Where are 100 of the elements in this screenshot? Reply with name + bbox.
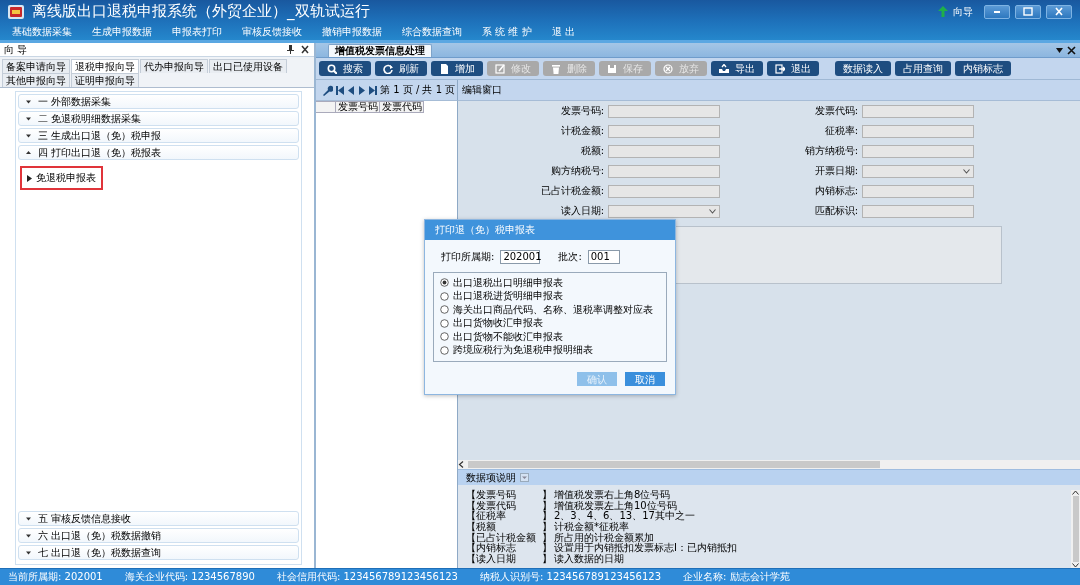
nav-section[interactable]: 六 出口退（免）税数据撤销 xyxy=(18,528,299,543)
status-item: 海关企业代码: 1234567890 xyxy=(124,570,255,584)
help-description: 读入数据的日期 xyxy=(554,554,624,565)
toolbar-button[interactable]: 内销标志 xyxy=(955,61,1011,76)
close-icon[interactable] xyxy=(300,45,310,54)
radio-option[interactable]: 出口货物不能收汇申报表 xyxy=(440,330,660,344)
document-icon xyxy=(439,63,449,74)
field-label: 打印所属期: xyxy=(441,250,495,264)
input-field[interactable] xyxy=(862,124,974,138)
toolbar-button[interactable]: 退出 xyxy=(767,61,819,76)
input-field[interactable] xyxy=(862,204,974,218)
toolbar-button[interactable]: 搜索 xyxy=(319,61,371,76)
menu-item[interactable]: 系 统 维 护 xyxy=(482,24,532,39)
menu-item[interactable]: 综合数据查询 xyxy=(402,24,462,39)
close-button[interactable] xyxy=(1046,4,1072,19)
nav-tab[interactable]: 出口已使用设备 xyxy=(209,59,287,73)
nav-item[interactable]: 免退税申报表 xyxy=(20,166,103,190)
period-field[interactable]: 202001 xyxy=(500,250,541,264)
radio-icon[interactable] xyxy=(440,318,449,328)
input-field[interactable] xyxy=(608,184,720,198)
input-field[interactable] xyxy=(862,184,974,198)
radio-option[interactable]: 出口退税出口明细申报表 xyxy=(440,276,660,290)
input-field[interactable] xyxy=(608,124,720,138)
close-icon[interactable] xyxy=(1067,45,1076,55)
nav-section[interactable]: 三 生成出口退（免）税申报 xyxy=(18,128,299,143)
status-item: 企业名称: 励志会计学苑 xyxy=(683,570,790,584)
caret-icon[interactable] xyxy=(25,98,32,105)
radio-option[interactable]: 出口退税进货明细申报表 xyxy=(440,289,660,303)
batch-field[interactable]: 001 xyxy=(587,250,620,264)
caret-icon[interactable] xyxy=(25,149,32,156)
minimize-button[interactable] xyxy=(984,4,1010,19)
document-tab[interactable]: 增值税发票信息处理 xyxy=(328,44,432,57)
nav-tab[interactable]: 退税申报向导 xyxy=(71,59,139,73)
dropdown-field[interactable] xyxy=(608,204,720,218)
toolbar-button[interactable]: 数据读入 xyxy=(835,61,891,76)
caret-icon[interactable] xyxy=(25,549,32,556)
nav-section[interactable]: 四 打印出口退（免）税报表 xyxy=(18,145,299,160)
section-label: 七 出口退（免）税数据查询 xyxy=(38,545,162,560)
field-label: 销方纳税号: xyxy=(803,144,859,158)
last-page-icon[interactable] xyxy=(369,85,377,95)
column-header[interactable]: 发票代码 xyxy=(380,101,424,113)
toolbar-button[interactable]: 导出 xyxy=(711,61,763,76)
caret-icon[interactable] xyxy=(25,515,32,522)
vertical-scrollbar[interactable] xyxy=(1071,490,1080,568)
first-page-icon[interactable] xyxy=(336,85,344,95)
wrench-icon[interactable] xyxy=(322,84,333,96)
help-bracket: 】 xyxy=(542,500,553,511)
restore-button[interactable] xyxy=(1015,4,1041,19)
radio-icon[interactable] xyxy=(440,305,449,315)
toolbar-button[interactable]: 刷新 xyxy=(375,61,427,76)
field-label: 税额: xyxy=(579,144,605,158)
radio-icon[interactable] xyxy=(440,291,449,301)
dropdown-field[interactable] xyxy=(862,164,974,178)
nav-section[interactable]: 二 免退税明细数据采集 xyxy=(18,111,299,126)
next-icon[interactable] xyxy=(358,85,366,95)
nav-tab[interactable]: 代办申报向导 xyxy=(140,59,208,73)
toolbar-button[interactable]: 增加 xyxy=(431,61,483,76)
chevron-icon xyxy=(963,168,970,174)
menu-item[interactable]: 生成申报数据 xyxy=(92,24,152,39)
field-label: 发票代码: xyxy=(813,104,859,118)
radio-option[interactable]: 跨境应税行为免退税申报明细表 xyxy=(440,343,660,357)
menu-item[interactable]: 撤销申报数据 xyxy=(322,24,382,39)
menu-item[interactable]: 申报表打印 xyxy=(172,24,222,39)
pin-icon[interactable] xyxy=(287,45,294,54)
guide-link[interactable]: 向导 xyxy=(953,4,973,19)
input-field[interactable] xyxy=(608,164,720,178)
caret-icon[interactable] xyxy=(25,115,32,122)
radio-option[interactable]: 出口货物收汇申报表 xyxy=(440,316,660,330)
field-label: 计税金额: xyxy=(559,124,605,138)
nav-section[interactable]: 五 审核反馈信息接收 xyxy=(18,511,299,526)
help-bracket: 】 xyxy=(542,543,553,554)
caret-icon[interactable] xyxy=(25,532,32,539)
nav-section[interactable]: 七 出口退（免）税数据查询 xyxy=(18,545,299,560)
page-indicator: 第 1 页 / 共 1 页 xyxy=(380,83,456,97)
input-field[interactable] xyxy=(608,144,720,158)
dropdown-icon[interactable] xyxy=(1056,47,1063,53)
field-label: 购方纳税号: xyxy=(549,164,605,178)
toolbar-button[interactable]: 占用查询 xyxy=(895,61,951,76)
previous-icon[interactable] xyxy=(347,85,355,95)
caret-icon[interactable] xyxy=(25,132,32,139)
menu-item[interactable]: 审核反馈接收 xyxy=(242,24,302,39)
radio-option[interactable]: 海关出口商品代码、名称、退税率调整对应表 xyxy=(440,303,660,317)
input-field[interactable] xyxy=(862,144,974,158)
horizontal-scrollbar[interactable] xyxy=(458,460,1080,469)
field-label: 读入日期: xyxy=(559,204,605,218)
column-header[interactable]: 发票号码 xyxy=(336,101,380,113)
nav-tab[interactable]: 备案申请向导 xyxy=(2,59,70,73)
help-term: 【读入日期 xyxy=(466,554,517,565)
radio-icon[interactable] xyxy=(440,345,449,355)
input-field[interactable] xyxy=(608,104,720,118)
nav-tab[interactable]: 证明申报向导 xyxy=(71,73,139,87)
radio-icon[interactable] xyxy=(440,278,449,288)
status-item: 社会信用代码: 123456789123456123 xyxy=(276,570,458,584)
menu-item[interactable]: 退 出 xyxy=(551,24,575,39)
nav-section[interactable]: 一 外部数据采集 xyxy=(18,94,299,109)
menu-item[interactable]: 基础数据采集 xyxy=(12,24,72,39)
nav-tab[interactable]: 其他申报向导 xyxy=(2,73,70,87)
input-field[interactable] xyxy=(862,104,974,118)
radio-icon[interactable] xyxy=(440,332,449,342)
chevron-icon xyxy=(709,208,716,214)
